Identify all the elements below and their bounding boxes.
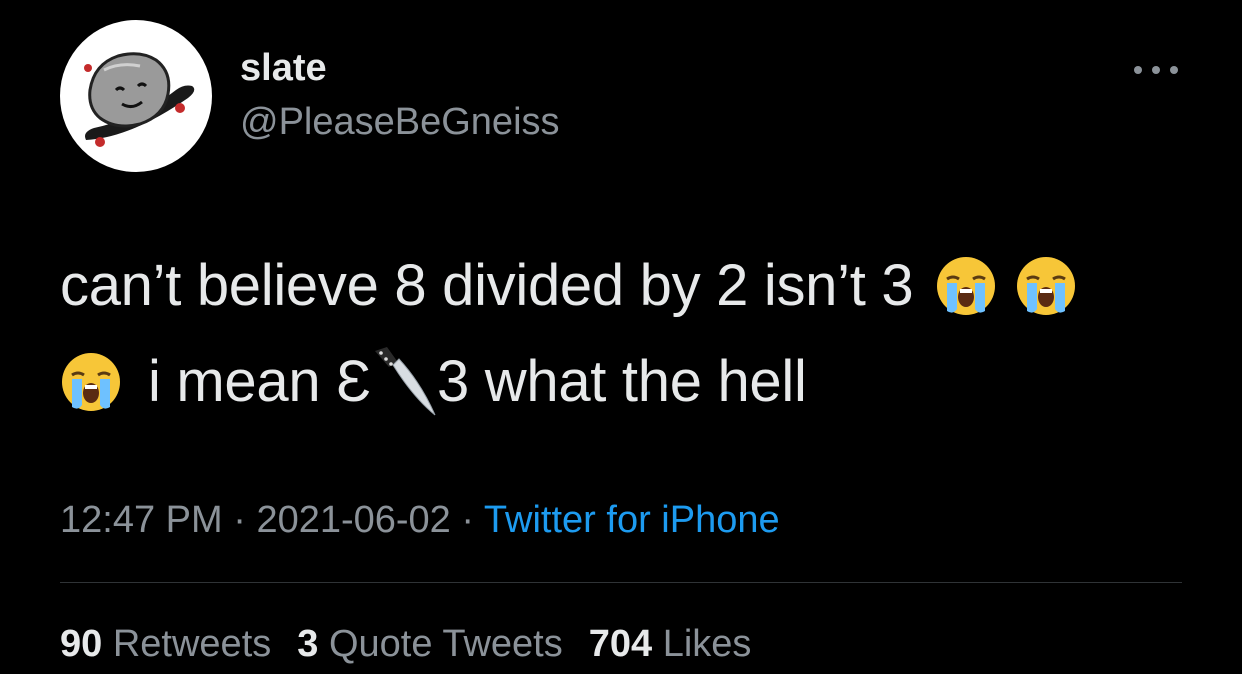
likes-stat[interactable]: 704 Likes — [589, 620, 752, 668]
tweet-date[interactable]: 2021-06-02 — [256, 499, 450, 541]
tweet-text-part: can’t believe 8 divided by 2 isn’t 3 — [60, 253, 914, 318]
tweet-line-1: can’t believe 8 divided by 2 isn’t 3 — [60, 238, 1190, 334]
tweet-source-link[interactable]: Twitter for iPhone — [484, 499, 780, 541]
tweet-text: can’t believe 8 divided by 2 isn’t 3 i m… — [60, 238, 1190, 430]
loudly-crying-face-icon — [1015, 255, 1077, 317]
rock-on-skateboard-avatar-icon — [84, 52, 195, 147]
tweet-time[interactable]: 12:47 PM — [60, 499, 223, 541]
quote-tweets-stat[interactable]: 3 Quote Tweets — [297, 620, 562, 668]
likes-label: Likes — [662, 623, 752, 665]
loudly-crying-face-icon — [935, 255, 997, 317]
tweet-line-2: i mean Ɛ 3 what the hell — [60, 334, 1190, 430]
dot — [1134, 66, 1142, 74]
loudly-crying-face-icon — [60, 351, 122, 413]
tweet-metadata: 12:47 PM · 2021-06-02 · Twitter for iPho… — [60, 496, 780, 544]
dot — [1152, 66, 1160, 74]
separator: · — [450, 499, 484, 541]
retweets-stat[interactable]: 90 Retweets — [60, 620, 271, 668]
dot — [1170, 66, 1178, 74]
likes-count: 704 — [588, 623, 653, 665]
tweet-text-part: Ɛ — [336, 349, 372, 414]
tweet-stats: 90 Retweets 3 Quote Tweets 704 Likes — [60, 620, 751, 668]
separator: · — [222, 499, 257, 541]
quote-tweets-label: Quote Tweets — [328, 623, 563, 665]
retweets-label: Retweets — [112, 623, 272, 665]
tweet-detail: slate @PleaseBeGneiss can’t believe 8 di… — [0, 0, 1242, 674]
quote-tweets-count: 3 — [297, 623, 319, 665]
retweets-count: 90 — [60, 623, 103, 665]
kitchen-knife-icon — [371, 347, 437, 417]
tweet-text-part: 3 what the hell — [437, 349, 807, 414]
tweet-text-part: i mean — [148, 349, 321, 414]
divider — [60, 582, 1182, 583]
more-options-icon[interactable] — [1134, 60, 1178, 80]
user-handle[interactable]: @PleaseBeGneiss — [240, 98, 560, 146]
avatar[interactable] — [60, 20, 212, 172]
display-name[interactable]: slate — [240, 44, 327, 92]
